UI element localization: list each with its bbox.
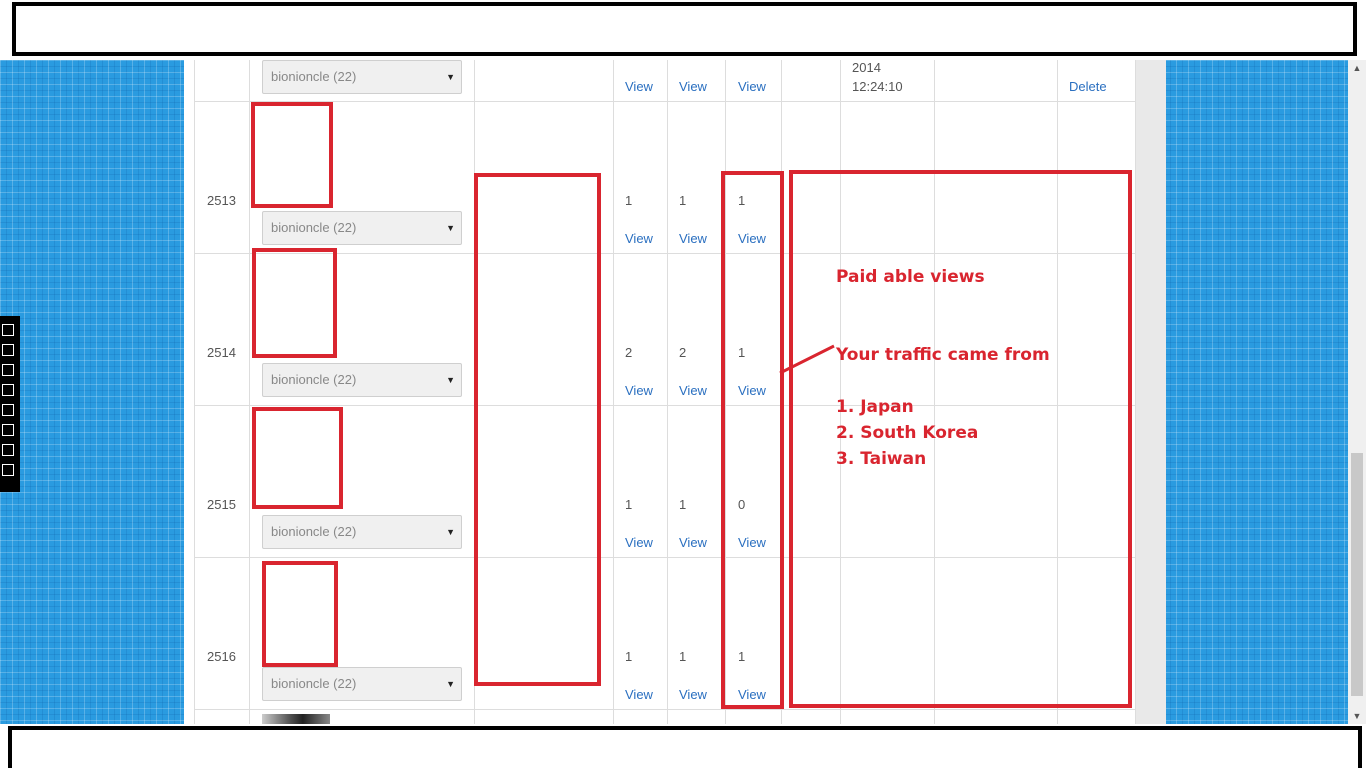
left-side-widget[interactable] — [0, 316, 20, 492]
view-link[interactable]: View — [625, 534, 653, 552]
row-thumbnail — [262, 714, 330, 724]
delete-link[interactable]: Delete — [1069, 78, 1107, 96]
widget-square-icon[interactable] — [2, 464, 14, 476]
highlight-box — [721, 171, 784, 709]
owner-select[interactable]: bionioncle (22) ▼ — [262, 363, 462, 397]
vertical-scrollbar[interactable]: ▲ ▼ — [1348, 60, 1366, 724]
view-link[interactable]: View — [738, 78, 766, 96]
annotation-subheading: Your traffic came from — [836, 345, 1050, 365]
top-redaction-bar — [0, 0, 1366, 60]
redaction-box — [252, 248, 337, 358]
redaction-box — [251, 102, 333, 208]
redaction-box — [252, 407, 343, 509]
count-cell: 1 — [679, 497, 687, 512]
count-cell: 1 — [625, 649, 633, 664]
column-divider — [249, 60, 250, 724]
widget-square-icon[interactable] — [2, 424, 14, 436]
count-cell: 1 — [625, 193, 633, 208]
annotation-heading: Paid able views — [836, 267, 985, 287]
owner-select[interactable]: bionioncle (22) ▼ — [262, 667, 462, 701]
triangle-up-icon[interactable]: ▲ — [1348, 60, 1366, 76]
row-id: 2513 — [207, 193, 236, 208]
row-divider — [194, 709, 1136, 710]
widget-square-icon[interactable] — [2, 444, 14, 456]
widget-square-icon[interactable] — [2, 364, 14, 376]
column-divider — [1135, 60, 1136, 724]
top-redaction-box — [12, 2, 1357, 56]
count-cell: 2 — [625, 345, 633, 360]
count-cell: 1 — [625, 497, 633, 512]
triangle-down-icon[interactable]: ▼ — [1348, 708, 1366, 724]
time-cell: 12:24:10 — [852, 79, 903, 94]
owner-select[interactable]: bionioncle (22) ▼ — [262, 211, 462, 245]
column-divider — [613, 60, 614, 724]
owner-select-value: bionioncle (22) — [271, 69, 357, 84]
owner-select-value: bionioncle (22) — [271, 372, 357, 387]
row-id: 2514 — [207, 345, 236, 360]
scrollbar-thumb[interactable] — [1351, 453, 1363, 696]
widget-square-icon[interactable] — [2, 324, 14, 336]
country-item: 3. Taiwan — [836, 449, 927, 469]
view-link[interactable]: View — [679, 382, 707, 400]
owner-select-value: bionioncle (22) — [271, 676, 357, 691]
triangle-down-icon: ▼ — [446, 223, 455, 233]
bottom-redaction-bar — [0, 724, 1366, 768]
country-item: 2. South Korea — [836, 423, 979, 443]
widget-square-icon[interactable] — [2, 404, 14, 416]
view-link[interactable]: View — [679, 534, 707, 552]
view-link[interactable]: View — [679, 230, 707, 248]
triangle-down-icon: ▼ — [446, 375, 455, 385]
owner-select[interactable]: bionioncle (22) ▼ — [262, 515, 462, 549]
country-item: 1. Japan — [836, 397, 914, 417]
row-id: 2516 — [207, 649, 236, 664]
owner-select[interactable]: bionioncle (22) ▼ — [262, 60, 462, 94]
triangle-down-icon: ▼ — [446, 527, 455, 537]
date-cell: 2014 — [852, 60, 881, 75]
count-cell: 1 — [679, 193, 687, 208]
bottom-redaction-box — [8, 726, 1362, 768]
redaction-box — [262, 561, 338, 667]
view-link[interactable]: View — [679, 686, 707, 704]
owner-select-value: bionioncle (22) — [271, 524, 357, 539]
widget-square-icon[interactable] — [2, 344, 14, 356]
column-divider — [194, 60, 195, 724]
view-link[interactable]: View — [625, 686, 653, 704]
count-cell: 1 — [679, 649, 687, 664]
count-cell: 2 — [679, 345, 687, 360]
triangle-down-icon: ▼ — [446, 72, 455, 82]
view-link[interactable]: View — [625, 382, 653, 400]
row-id: 2515 — [207, 497, 236, 512]
content-right-rail — [1135, 60, 1166, 724]
row-divider — [194, 101, 1136, 102]
view-link[interactable]: View — [625, 230, 653, 248]
triangle-down-icon: ▼ — [446, 679, 455, 689]
widget-square-icon[interactable] — [2, 384, 14, 396]
view-link[interactable]: View — [679, 78, 707, 96]
redaction-box — [474, 173, 601, 686]
owner-select-value: bionioncle (22) — [271, 220, 357, 235]
view-link[interactable]: View — [625, 78, 653, 96]
column-divider — [667, 60, 668, 724]
